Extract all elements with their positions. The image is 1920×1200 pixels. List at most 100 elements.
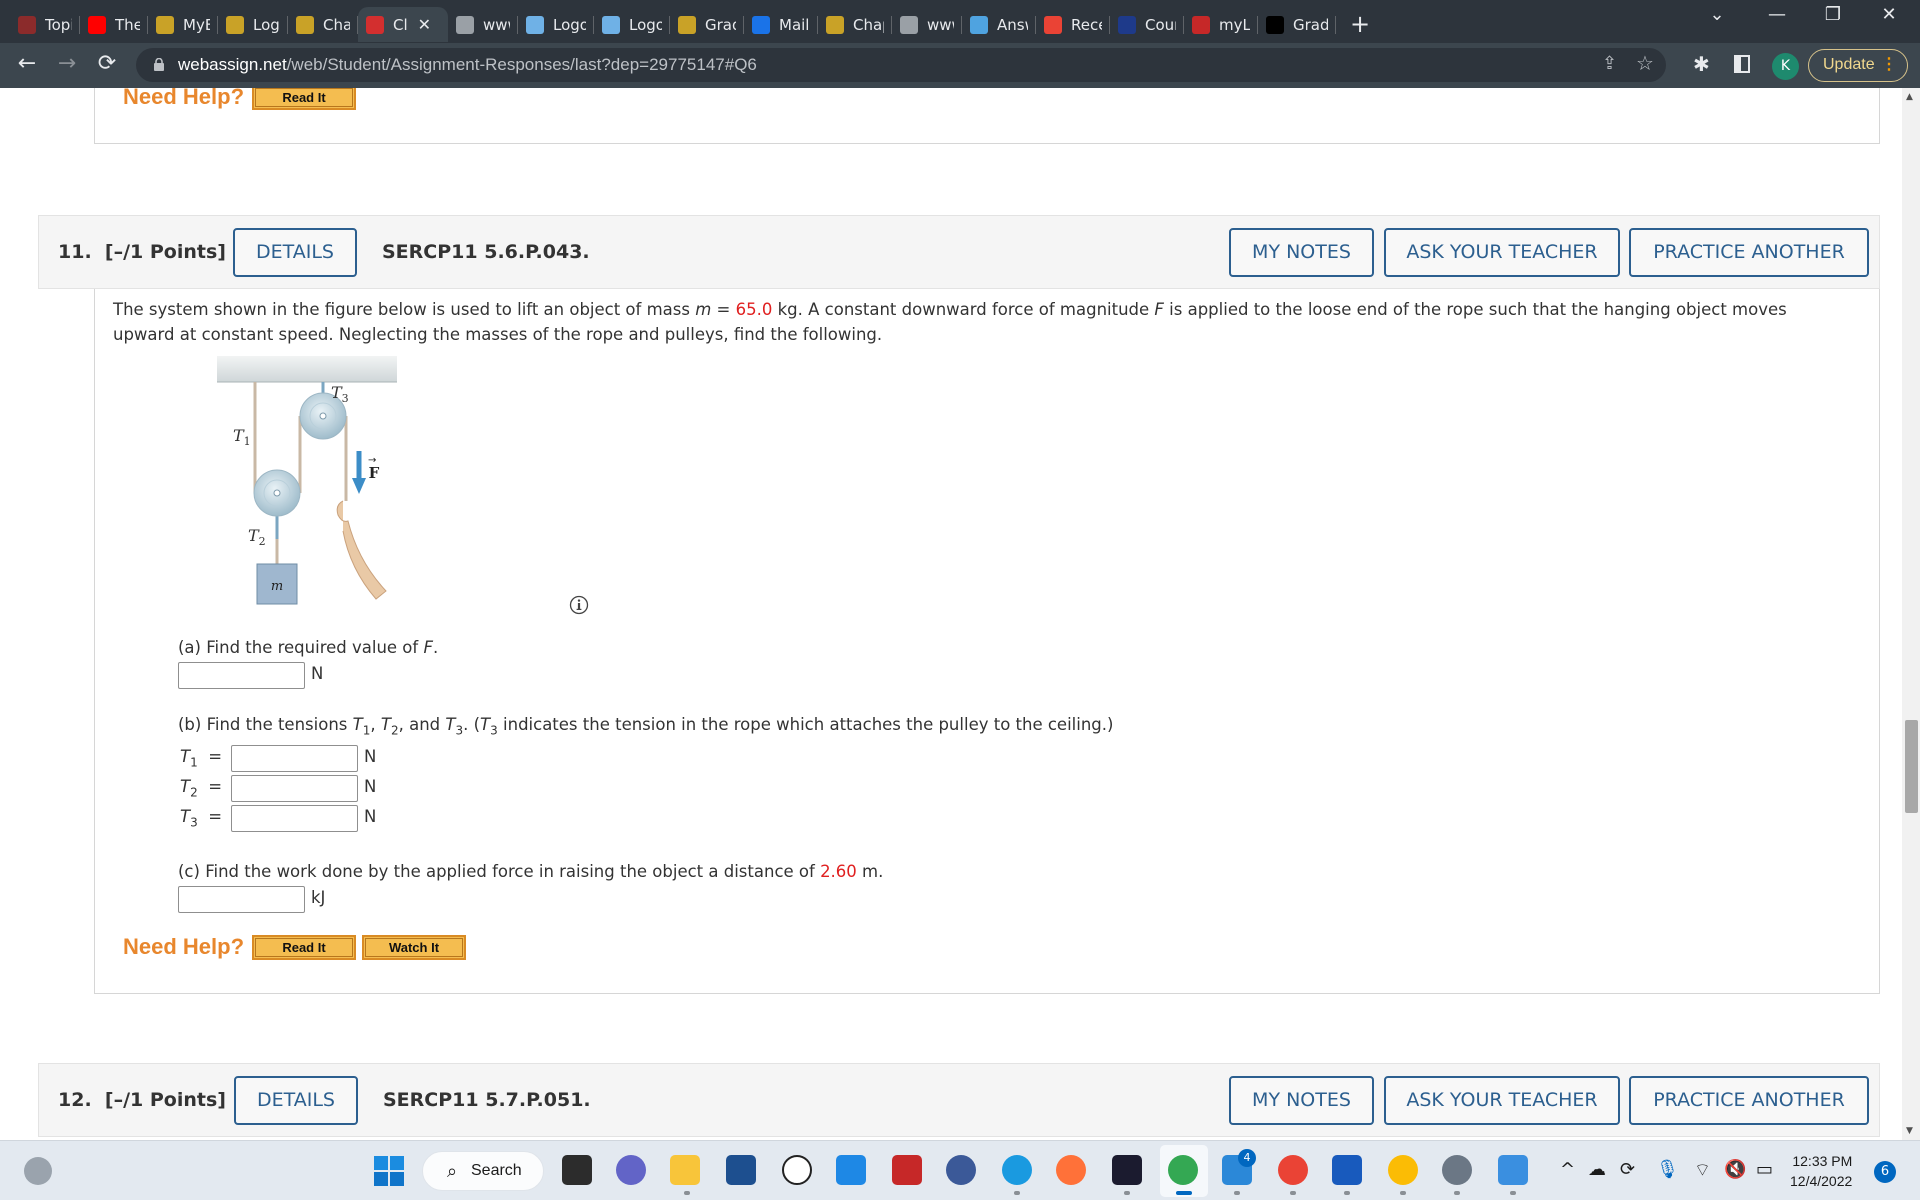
part-c-answer-input[interactable] <box>178 886 305 913</box>
url-text[interactable]: webassign.net/web/Student/Assignment-Res… <box>178 55 757 75</box>
my-notes-button[interactable]: MY NOTES <box>1229 228 1374 277</box>
search-label: Search <box>471 1162 522 1179</box>
address-bar[interactable]: webassign.net/web/Student/Assignment-Res… <box>136 48 1666 82</box>
browser-tab[interactable]: Topic <box>10 7 80 42</box>
word-icon[interactable] <box>1332 1155 1362 1185</box>
browser-tab[interactable]: Chapt <box>288 7 358 42</box>
page-scrollbar[interactable]: ▲ ▼ <box>1902 88 1920 1140</box>
t3-label: T3 = <box>180 807 223 830</box>
t3-unit: N <box>364 807 377 826</box>
microsoft-store-icon[interactable] <box>726 1155 756 1185</box>
chrome-profile-2-icon[interactable] <box>1278 1155 1308 1185</box>
details-button[interactable]: DETAILS <box>234 1076 358 1125</box>
browser-tab[interactable]: Logou <box>518 7 594 42</box>
windows-taskbar: ⌕ Search 4 ^ ☁ ⟳ 🎙 ⌔ 🔇 ▭ 12:33 PM 12/4/202… <box>0 1140 1920 1200</box>
extensions-puzzle-icon[interactable]: ✱ <box>1693 52 1710 76</box>
part-c-unit: kJ <box>311 888 326 907</box>
question-12-header: 12. [–/1 Points] DETAILS SERCP11 5.7.P.0… <box>38 1063 1880 1137</box>
question-number: 12. [–/1 Points] <box>58 1089 226 1111</box>
practice-another-button[interactable]: PRACTICE ANOTHER <box>1629 228 1869 277</box>
scroll-down-arrow-icon[interactable]: ▼ <box>1906 1126 1913 1136</box>
volume-muted-icon[interactable]: 🔇 <box>1724 1159 1746 1180</box>
my-notes-button[interactable]: MY NOTES <box>1229 1076 1374 1125</box>
notification-badge[interactable]: 6 <box>1874 1161 1896 1183</box>
settings-gear-icon[interactable] <box>1442 1155 1472 1185</box>
t2-answer-input[interactable] <box>231 775 358 802</box>
reload-button[interactable]: ⟳ <box>92 51 122 76</box>
browser-tab[interactable]: myLo <box>1184 7 1258 42</box>
browser-tab[interactable]: Cl ✕ <box>358 7 448 42</box>
bluray-icon[interactable] <box>946 1155 976 1185</box>
update-button[interactable]: Update ⋮ <box>1808 49 1908 82</box>
part-a-answer-input[interactable] <box>178 662 305 689</box>
edge-icon[interactable] <box>1002 1155 1032 1185</box>
read-it-button[interactable]: Read It <box>252 88 356 110</box>
share-icon[interactable]: ⇪ <box>1602 53 1617 74</box>
tab-title: Chapt <box>853 15 884 34</box>
watch-it-button[interactable]: Watch It <box>362 935 466 960</box>
wifi-icon[interactable]: ⌔ <box>1694 1159 1711 1182</box>
onedrive-sync-icon[interactable]: ☁ <box>1588 1159 1606 1180</box>
browser-tab[interactable]: Recen <box>1036 7 1110 42</box>
cortana-icon[interactable] <box>836 1155 866 1185</box>
bookmark-star-icon[interactable]: ☆ <box>1636 51 1654 75</box>
start-button[interactable] <box>374 1156 404 1186</box>
globe-icon <box>456 15 474 34</box>
webex-icon[interactable] <box>1112 1155 1142 1185</box>
browser-toolbar: ← → ⟳ webassign.net/web/Student/Assignme… <box>0 43 1920 88</box>
minimize-button[interactable]: — <box>1762 4 1792 25</box>
browser-tab[interactable]: Grade <box>1258 7 1336 42</box>
scrollbar-thumb[interactable] <box>1905 720 1918 813</box>
read-it-button[interactable]: Read It <box>252 935 356 960</box>
ask-your-teacher-button[interactable]: ASK YOUR TEACHER <box>1384 228 1620 277</box>
browser-tab[interactable]: www. <box>892 7 962 42</box>
system-clock[interactable]: 12:33 PM 12/4/2022 <box>1790 1151 1852 1191</box>
file-explorer-icon[interactable] <box>670 1155 700 1185</box>
restore-button[interactable]: ❐ <box>1818 4 1848 25</box>
new-tab-button[interactable]: + <box>1350 10 1370 38</box>
task-view-icon[interactable] <box>562 1155 592 1185</box>
t3-answer-input[interactable] <box>231 805 358 832</box>
details-button[interactable]: DETAILS <box>233 228 357 277</box>
browser-tab[interactable]: www. <box>448 7 518 42</box>
tab-title: myLo <box>1219 15 1250 34</box>
clock-date: 12/4/2022 <box>1790 1173 1853 1189</box>
practice-another-button[interactable]: PRACTICE ANOTHER <box>1629 1076 1869 1125</box>
browser-tab[interactable]: Mail - <box>744 7 818 42</box>
close-window-button[interactable]: ✕ <box>1874 4 1904 25</box>
dell-icon[interactable] <box>782 1155 812 1185</box>
microphone-icon[interactable]: 🎙 <box>1656 1159 1679 1180</box>
browser-tab[interactable]: Chapt <box>818 7 892 42</box>
chrome-profile-k-icon[interactable] <box>1168 1155 1198 1185</box>
forward-button[interactable]: → <box>52 51 82 76</box>
browser-tab[interactable]: Log Ir <box>218 7 288 42</box>
chrome-profile-3-icon[interactable] <box>1388 1155 1418 1185</box>
weather-widget-icon[interactable] <box>24 1157 52 1185</box>
profile-avatar[interactable]: K <box>1772 53 1799 80</box>
hcc-icon <box>296 15 314 34</box>
close-tab-icon[interactable]: ✕ <box>418 15 431 34</box>
question-code: SERCP11 5.7.P.051. <box>383 1089 591 1111</box>
tab-search-chevron-icon[interactable]: ⌄ <box>1702 4 1732 25</box>
battery-icon[interactable]: ▭ <box>1756 1159 1773 1180</box>
tray-overflow-chevron-icon[interactable]: ^ <box>1560 1159 1575 1180</box>
photos-icon[interactable] <box>1498 1155 1528 1185</box>
ask-your-teacher-button[interactable]: ASK YOUR TEACHER <box>1384 1076 1620 1125</box>
browser-tab[interactable]: Cours <box>1110 7 1184 42</box>
browser-tab[interactable]: Grade <box>670 7 744 42</box>
taskbar-search[interactable]: ⌕ Search <box>422 1151 544 1191</box>
info-icon[interactable] <box>569 595 589 615</box>
t1-answer-input[interactable] <box>231 745 358 772</box>
teams-chat-icon[interactable] <box>616 1155 646 1185</box>
browser-tab[interactable]: The sl <box>80 7 148 42</box>
scroll-up-arrow-icon[interactable]: ▲ <box>1906 92 1913 102</box>
browser-tab[interactable]: MyEa <box>148 7 218 42</box>
side-panel-icon[interactable] <box>1734 55 1750 73</box>
browser-tab[interactable]: Logou <box>594 7 670 42</box>
firefox-icon[interactable] <box>1056 1155 1086 1185</box>
points-label: [–/1 Points] <box>104 1089 226 1111</box>
browser-tab[interactable]: Answ <box>962 7 1036 42</box>
back-button[interactable]: ← <box>12 51 42 76</box>
update-sync-icon[interactable]: ⟳ <box>1620 1159 1635 1180</box>
mcafee-icon[interactable] <box>892 1155 922 1185</box>
